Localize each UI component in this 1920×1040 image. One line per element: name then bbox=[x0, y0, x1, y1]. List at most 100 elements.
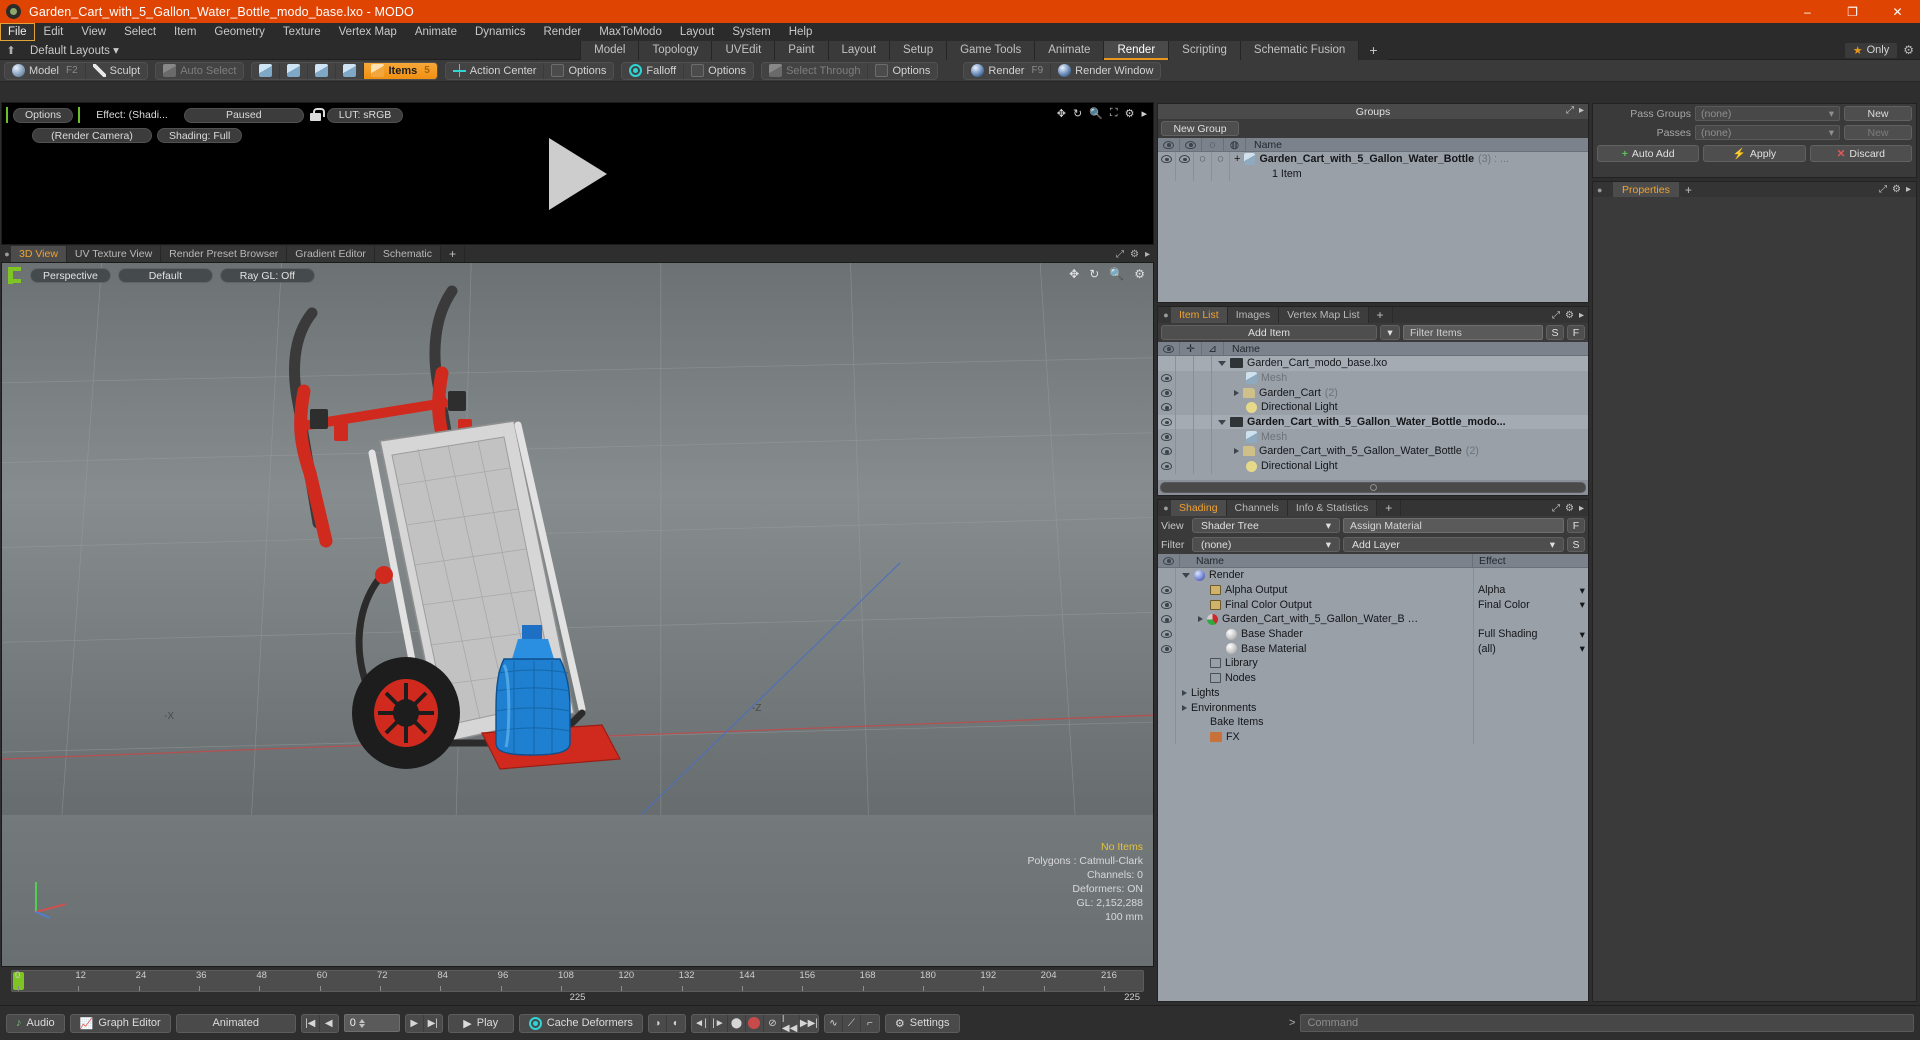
row-eye-toggle[interactable] bbox=[1158, 429, 1176, 445]
item-list-gear-icon[interactable]: ⚙ bbox=[1565, 310, 1574, 321]
key-prev-button[interactable]: ◄| bbox=[692, 1014, 710, 1032]
row-effect-cell[interactable] bbox=[1473, 568, 1588, 583]
key-delete-button[interactable]: ⊘ bbox=[764, 1014, 782, 1032]
row-eye-toggle[interactable] bbox=[1158, 714, 1176, 730]
item-list-scrollbar[interactable] bbox=[1160, 482, 1586, 493]
add-item-dropdown[interactable]: ▾ bbox=[1380, 325, 1400, 340]
menu-item-geometry[interactable]: Geometry bbox=[205, 23, 274, 41]
row-expander-icon[interactable]: + bbox=[1234, 153, 1240, 165]
row-name-cell[interactable]: Mesh bbox=[1212, 372, 1588, 385]
effect-chevron-down-icon[interactable]: ▾ bbox=[1580, 628, 1585, 641]
row-name-cell[interactable]: + Garden_Cart_with_5_Gallon_Water_Bottle… bbox=[1230, 153, 1588, 166]
row-effect-cell[interactable] bbox=[1473, 729, 1588, 745]
row-eye-toggle[interactable] bbox=[1158, 568, 1176, 583]
add-layer-s-button[interactable]: S bbox=[1567, 537, 1585, 552]
properties-chevron-icon[interactable]: ▸ bbox=[1906, 184, 1911, 195]
row-eye-toggle[interactable] bbox=[1158, 612, 1176, 627]
properties-maximize-icon[interactable]: ⤢ bbox=[1879, 184, 1887, 195]
tab-channels[interactable]: Channels bbox=[1226, 500, 1288, 516]
row-poly1-toggle[interactable]: ◌ bbox=[1194, 152, 1212, 167]
table-row[interactable]: Bake Items bbox=[1158, 714, 1588, 730]
pass-groups-dropdown[interactable]: (none) ▾ bbox=[1695, 106, 1840, 121]
row-eye-toggle[interactable] bbox=[1158, 370, 1176, 386]
panel-dot-icon[interactable]: ● bbox=[3, 246, 11, 262]
menu-item-vertex-map[interactable]: Vertex Map bbox=[330, 23, 406, 41]
tab-game-tools[interactable]: Game Tools bbox=[947, 40, 1036, 60]
tab-info-statistics[interactable]: Info & Statistics bbox=[1287, 500, 1378, 516]
row-toggle[interactable] bbox=[1176, 400, 1194, 415]
row-toggle[interactable] bbox=[1194, 414, 1212, 430]
apply-button[interactable]: ⚡ Apply bbox=[1703, 145, 1806, 162]
row-name-cell[interactable]: Environments bbox=[1176, 702, 1473, 714]
filter-s-button[interactable]: S bbox=[1546, 325, 1564, 340]
mode-sculpt-button[interactable]: Sculpt bbox=[86, 63, 148, 79]
panel-chevron-icon[interactable]: ▸ bbox=[1145, 249, 1150, 260]
table-row[interactable]: Environments bbox=[1158, 700, 1588, 715]
chevron-down-icon[interactable] bbox=[1182, 572, 1190, 578]
table-row[interactable]: Directional Light bbox=[1158, 458, 1588, 474]
passes-new-button[interactable]: New bbox=[1844, 125, 1912, 140]
select-through-options-button[interactable]: Options bbox=[868, 63, 937, 79]
effect-chevron-down-icon[interactable]: ▾ bbox=[1580, 598, 1585, 611]
menu-item-view[interactable]: View bbox=[72, 23, 115, 41]
action-center-options-button[interactable]: Options bbox=[544, 63, 613, 79]
row-effect-cell[interactable] bbox=[1473, 700, 1588, 715]
add-item-button[interactable]: Add Item bbox=[1161, 325, 1377, 340]
settings-button[interactable]: ⚙ Settings bbox=[884, 1013, 960, 1033]
chevron-right-icon[interactable]: ▸ bbox=[1141, 107, 1147, 120]
tab-animate[interactable]: Animate bbox=[1035, 40, 1105, 60]
jump-end-button[interactable]: ▶| bbox=[424, 1015, 442, 1032]
row-eye-toggle[interactable] bbox=[1158, 385, 1176, 401]
table-row[interactable]: Garden_Cart_with_5_Gallon_Water_Bottle_m… bbox=[1158, 414, 1588, 430]
row-eye-toggle[interactable] bbox=[1158, 700, 1176, 715]
row-eye-toggle[interactable] bbox=[1158, 597, 1176, 613]
curve-step-button[interactable]: ⌐ bbox=[861, 1015, 879, 1032]
row-name-cell[interactable]: Garden_Cart_with_5_Gallon_Water_Bottle (… bbox=[1212, 445, 1588, 457]
row-toggle[interactable] bbox=[1194, 385, 1212, 401]
effect-chevron-down-icon[interactable]: ▾ bbox=[1580, 642, 1585, 655]
viewport-zoom-icon[interactable]: 🔍 bbox=[1109, 267, 1124, 281]
animated-dropdown[interactable]: Animated bbox=[175, 1013, 296, 1033]
only-toggle[interactable]: ★ Only bbox=[1844, 42, 1898, 58]
auto-add-button[interactable]: + Auto Add bbox=[1597, 145, 1700, 162]
close-button[interactable]: ✕ bbox=[1875, 0, 1920, 23]
timeline-track[interactable] bbox=[11, 970, 1144, 992]
table-row[interactable]: Directional Light bbox=[1158, 400, 1588, 415]
viewport-raygl-button[interactable]: Ray GL: Off bbox=[219, 268, 315, 283]
row-shade-toggle[interactable] bbox=[1176, 152, 1194, 167]
row-name-cell[interactable]: Render bbox=[1176, 569, 1473, 581]
menu-item-system[interactable]: System bbox=[723, 23, 779, 41]
row-name-cell[interactable]: Nodes bbox=[1176, 672, 1473, 684]
menu-item-help[interactable]: Help bbox=[780, 23, 822, 41]
render-camera-button[interactable]: (Render Camera) bbox=[32, 128, 152, 143]
polygon-mode-button[interactable] bbox=[308, 62, 337, 79]
row-effect-cell[interactable]: Alpha ▾ bbox=[1473, 582, 1588, 598]
item-list-chevron-icon[interactable]: ▸ bbox=[1579, 310, 1584, 321]
row-name-cell[interactable]: Lights bbox=[1176, 687, 1473, 699]
chevron-right-icon[interactable] bbox=[1234, 448, 1239, 455]
viewport-perspective-button[interactable]: Perspective bbox=[30, 268, 111, 283]
row-name-cell[interactable]: Directional Light bbox=[1212, 460, 1588, 472]
maximize-button[interactable]: ❐ bbox=[1830, 0, 1875, 23]
table-row[interactable]: Final Color Output Final Color ▾ bbox=[1158, 597, 1588, 613]
3d-viewport[interactable]: Perspective Default Ray GL: Off ✥ ↻ 🔍 ⚙ … bbox=[1, 262, 1154, 967]
render-window-button[interactable]: Render Window bbox=[1051, 63, 1160, 79]
home-icon[interactable]: ⬆ bbox=[0, 44, 22, 57]
timeline[interactable]: 0 12 24 36 48 60 72 84 96 108 120 132 144 156 168 180 19… bbox=[1, 968, 1154, 1004]
key-first-button[interactable]: |◀◀ bbox=[782, 1014, 800, 1032]
menu-item-texture[interactable]: Texture bbox=[274, 23, 330, 41]
menu-item-animate[interactable]: Animate bbox=[406, 23, 466, 41]
row-name-cell[interactable]: Directional Light bbox=[1212, 401, 1588, 413]
row-name-cell[interactable]: Base Shader bbox=[1176, 628, 1473, 640]
table-row[interactable]: Base Shader Full Shading ▾ bbox=[1158, 626, 1588, 642]
properties-dot-icon[interactable]: ● bbox=[1597, 185, 1607, 195]
assign-material-f-button[interactable]: F bbox=[1567, 518, 1585, 533]
menu-item-item[interactable]: Item bbox=[165, 23, 205, 41]
tab-properties[interactable]: Properties bbox=[1613, 182, 1679, 197]
render-paused-button[interactable]: Paused bbox=[183, 107, 304, 123]
viewport-default-button[interactable]: Default bbox=[117, 268, 213, 283]
row-toggle[interactable] bbox=[1176, 458, 1194, 474]
maximize-panel-icon[interactable]: ⤢ bbox=[1116, 249, 1124, 260]
tab-gradient-editor[interactable]: Gradient Editor bbox=[287, 246, 375, 262]
falloff-button[interactable]: Falloff bbox=[622, 62, 685, 79]
